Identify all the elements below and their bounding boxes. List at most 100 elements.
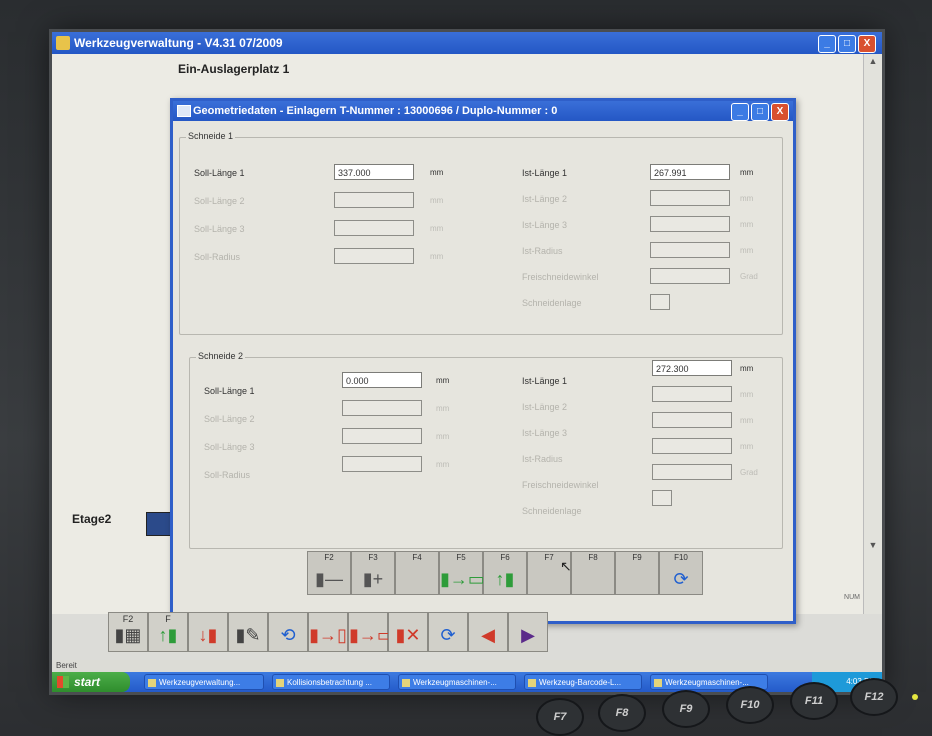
schneide1-ist-radius-input[interactable] xyxy=(650,242,730,258)
schneide1-freischneidewinkel-input[interactable] xyxy=(650,268,730,284)
schneide2-ist-label-1: Ist-Länge 1 xyxy=(522,376,568,386)
schneide1-ist-label-1: Ist-Länge 1 xyxy=(522,168,568,178)
schneide2-soll-laenge1-input[interactable]: 0.000 xyxy=(342,372,422,388)
dialog-maximize-button[interactable]: □ xyxy=(751,103,769,121)
fkey-label: F6 xyxy=(500,553,510,562)
taskbar-item-label: Werkzeugmaschinen-... xyxy=(665,678,749,687)
hardware-f11-key[interactable]: F11 xyxy=(790,682,838,720)
vertical-scrollbar[interactable]: ▲ ▼ xyxy=(863,54,882,614)
unit-label: mm xyxy=(436,432,450,441)
hardware-f12-key[interactable]: F12 xyxy=(850,678,898,716)
schneide2-soll-laenge3-input[interactable] xyxy=(342,428,422,444)
unit-label: mm xyxy=(740,416,754,425)
schneide2-ist-laenge3-input[interactable] xyxy=(652,412,732,428)
toolbar-edit-button[interactable]: ▮✎ xyxy=(228,612,268,652)
rotate-icon: ⟲ xyxy=(280,625,296,645)
dialog-f6-button[interactable]: F6 ↑▮ xyxy=(483,551,527,595)
unit-label: mm xyxy=(740,168,754,177)
unit-label: mm xyxy=(430,224,444,233)
tool-to-bin-icon: ▮→▯ xyxy=(309,625,347,645)
schneide1-ist-laenge2-input[interactable] xyxy=(650,190,730,206)
schneide1-soll-label-3: Soll-Länge 3 xyxy=(194,224,245,234)
fkey-label: F xyxy=(165,614,171,624)
schneide2-ist-radius-input[interactable] xyxy=(652,438,732,454)
schneide1-schneidenlage-label: Schneidenlage xyxy=(522,298,582,308)
hardware-f10-key[interactable]: F10 xyxy=(726,686,774,724)
tool-up-icon: ↑▮ xyxy=(158,625,178,645)
scroll-up-icon[interactable]: ▲ xyxy=(867,56,879,68)
etage-label: Etage2 xyxy=(72,512,112,526)
tool-to-disk-icon: ▮→▭ xyxy=(440,569,485,589)
toolbar-bin-button[interactable]: ▮→▯ xyxy=(308,612,348,652)
schneide1-ist-laenge1-input[interactable]: 267.991 xyxy=(650,164,730,180)
fkey-label: F3 xyxy=(368,553,378,562)
schneide2-ist-laenge1-input[interactable]: 272.300 xyxy=(652,360,732,376)
schneide2-freischneidewinkel-input[interactable] xyxy=(652,464,732,480)
toolbar-f3-button[interactable]: F ↑▮ xyxy=(148,612,188,652)
schneide2-soll-radius-input[interactable] xyxy=(342,456,422,472)
dialog-close-button[interactable]: X xyxy=(771,103,789,121)
dialog-f5-button[interactable]: F5 ▮→▭ xyxy=(439,551,485,595)
schneide2-schneidenlage-input[interactable] xyxy=(652,490,672,506)
toolbar-disk-button[interactable]: ▮→▭ xyxy=(348,612,394,652)
toolbar-einlagern-button[interactable]: ↓▮ xyxy=(188,612,228,652)
dialog-f10-button[interactable]: F10 ⟳ xyxy=(659,551,703,595)
schneide1-soll-radius-label: Soll-Radius xyxy=(194,252,241,262)
dialog-f9-button[interactable]: F9 xyxy=(615,551,659,595)
schneide2-ist-label-2: Ist-Länge 2 xyxy=(522,402,568,412)
schneide1-ist-laenge3-input[interactable] xyxy=(650,216,730,232)
app-icon xyxy=(148,679,156,687)
hardware-f9-key[interactable]: F9 xyxy=(662,690,710,728)
dialog-minimize-button[interactable]: _ xyxy=(731,103,749,121)
dialog-f8-button[interactable]: F8 xyxy=(571,551,615,595)
toolbar-f2-button[interactable]: F2 ▮▦ xyxy=(108,612,148,652)
dialog-f2-button[interactable]: F2 ▮— xyxy=(307,551,351,595)
toolbar-rotate-button[interactable]: ⟲ xyxy=(268,612,308,652)
schneide2-ist-radius-label: Ist-Radius xyxy=(522,454,563,464)
unit-label: mm xyxy=(740,194,754,203)
toolbar-next-button[interactable]: ▶ xyxy=(508,612,548,652)
toolbar-refresh-button[interactable]: ⟳ xyxy=(428,612,468,652)
main-toolbar: F2 ▮▦ F ↑▮ ↓▮ ▮✎ ⟲ ▮→▯ ▮→▭ ▮✕ ⟳ ◀ ▶ xyxy=(108,612,548,652)
unit-label: mm xyxy=(430,252,444,261)
schneide1-soll-radius-input[interactable] xyxy=(334,248,414,264)
unit-label: mm xyxy=(740,390,754,399)
app-icon xyxy=(56,36,70,50)
unit-label: mm xyxy=(740,442,754,451)
schneide2-ist-laenge2-input[interactable] xyxy=(652,386,732,402)
taskbar-item[interactable]: Werkzeugverwaltung... xyxy=(144,674,264,690)
toolbar-collision-button[interactable]: ▮✕ xyxy=(388,612,428,652)
unit-label: mm xyxy=(436,376,450,385)
taskbar-item[interactable]: Kollisionsbetrachtung ... xyxy=(272,674,390,690)
schneide2-soll-laenge2-input[interactable] xyxy=(342,400,422,416)
scroll-down-icon[interactable]: ▼ xyxy=(867,540,879,552)
minimize-button[interactable]: _ xyxy=(818,35,836,53)
toolbar-prev-button[interactable]: ◀ xyxy=(468,612,508,652)
dialog-f3-button[interactable]: F3 ▮+ xyxy=(351,551,395,595)
close-button[interactable]: X xyxy=(858,35,876,53)
fkey-label: F2 xyxy=(324,553,334,562)
dialog-f4-button[interactable]: F4 xyxy=(395,551,439,595)
start-label: start xyxy=(74,675,101,689)
geometriedaten-dialog: Geometriedaten - Einlagern T-Nummer : 13… xyxy=(170,98,796,624)
maximize-button[interactable]: □ xyxy=(838,35,856,53)
unit-label: mm xyxy=(740,220,754,229)
schneide2-soll-label-2: Soll-Länge 2 xyxy=(204,414,255,424)
taskbar-item[interactable]: Werkzeug-Barcode-L... xyxy=(524,674,642,690)
hardware-f8-key[interactable]: F8 xyxy=(598,694,646,732)
app-icon xyxy=(402,679,410,687)
schneide1-soll-laenge1-input[interactable]: 337.000 xyxy=(334,164,414,180)
schneide1-soll-laenge2-input[interactable] xyxy=(334,192,414,208)
unit-grad-label: Grad xyxy=(740,272,758,281)
schneide1-schneidenlage-input[interactable] xyxy=(650,294,670,310)
taskbar-item[interactable]: Werkzeugmaschinen-... xyxy=(398,674,516,690)
unit-label: mm xyxy=(740,364,754,373)
start-button[interactable]: start xyxy=(52,672,130,692)
schneide1-soll-laenge3-input[interactable] xyxy=(334,220,414,236)
schneide2-legend: Schneide 2 xyxy=(196,351,246,361)
hardware-f7-key[interactable]: F7 xyxy=(536,698,584,736)
refresh-icon: ⟳ xyxy=(440,625,456,645)
dialog-icon xyxy=(177,105,191,117)
schneide2-schneidenlage-label: Schneidenlage xyxy=(522,506,582,516)
main-window-titlebar: Werkzeugverwaltung - V4.31 07/2009 _ □ X xyxy=(52,32,882,54)
